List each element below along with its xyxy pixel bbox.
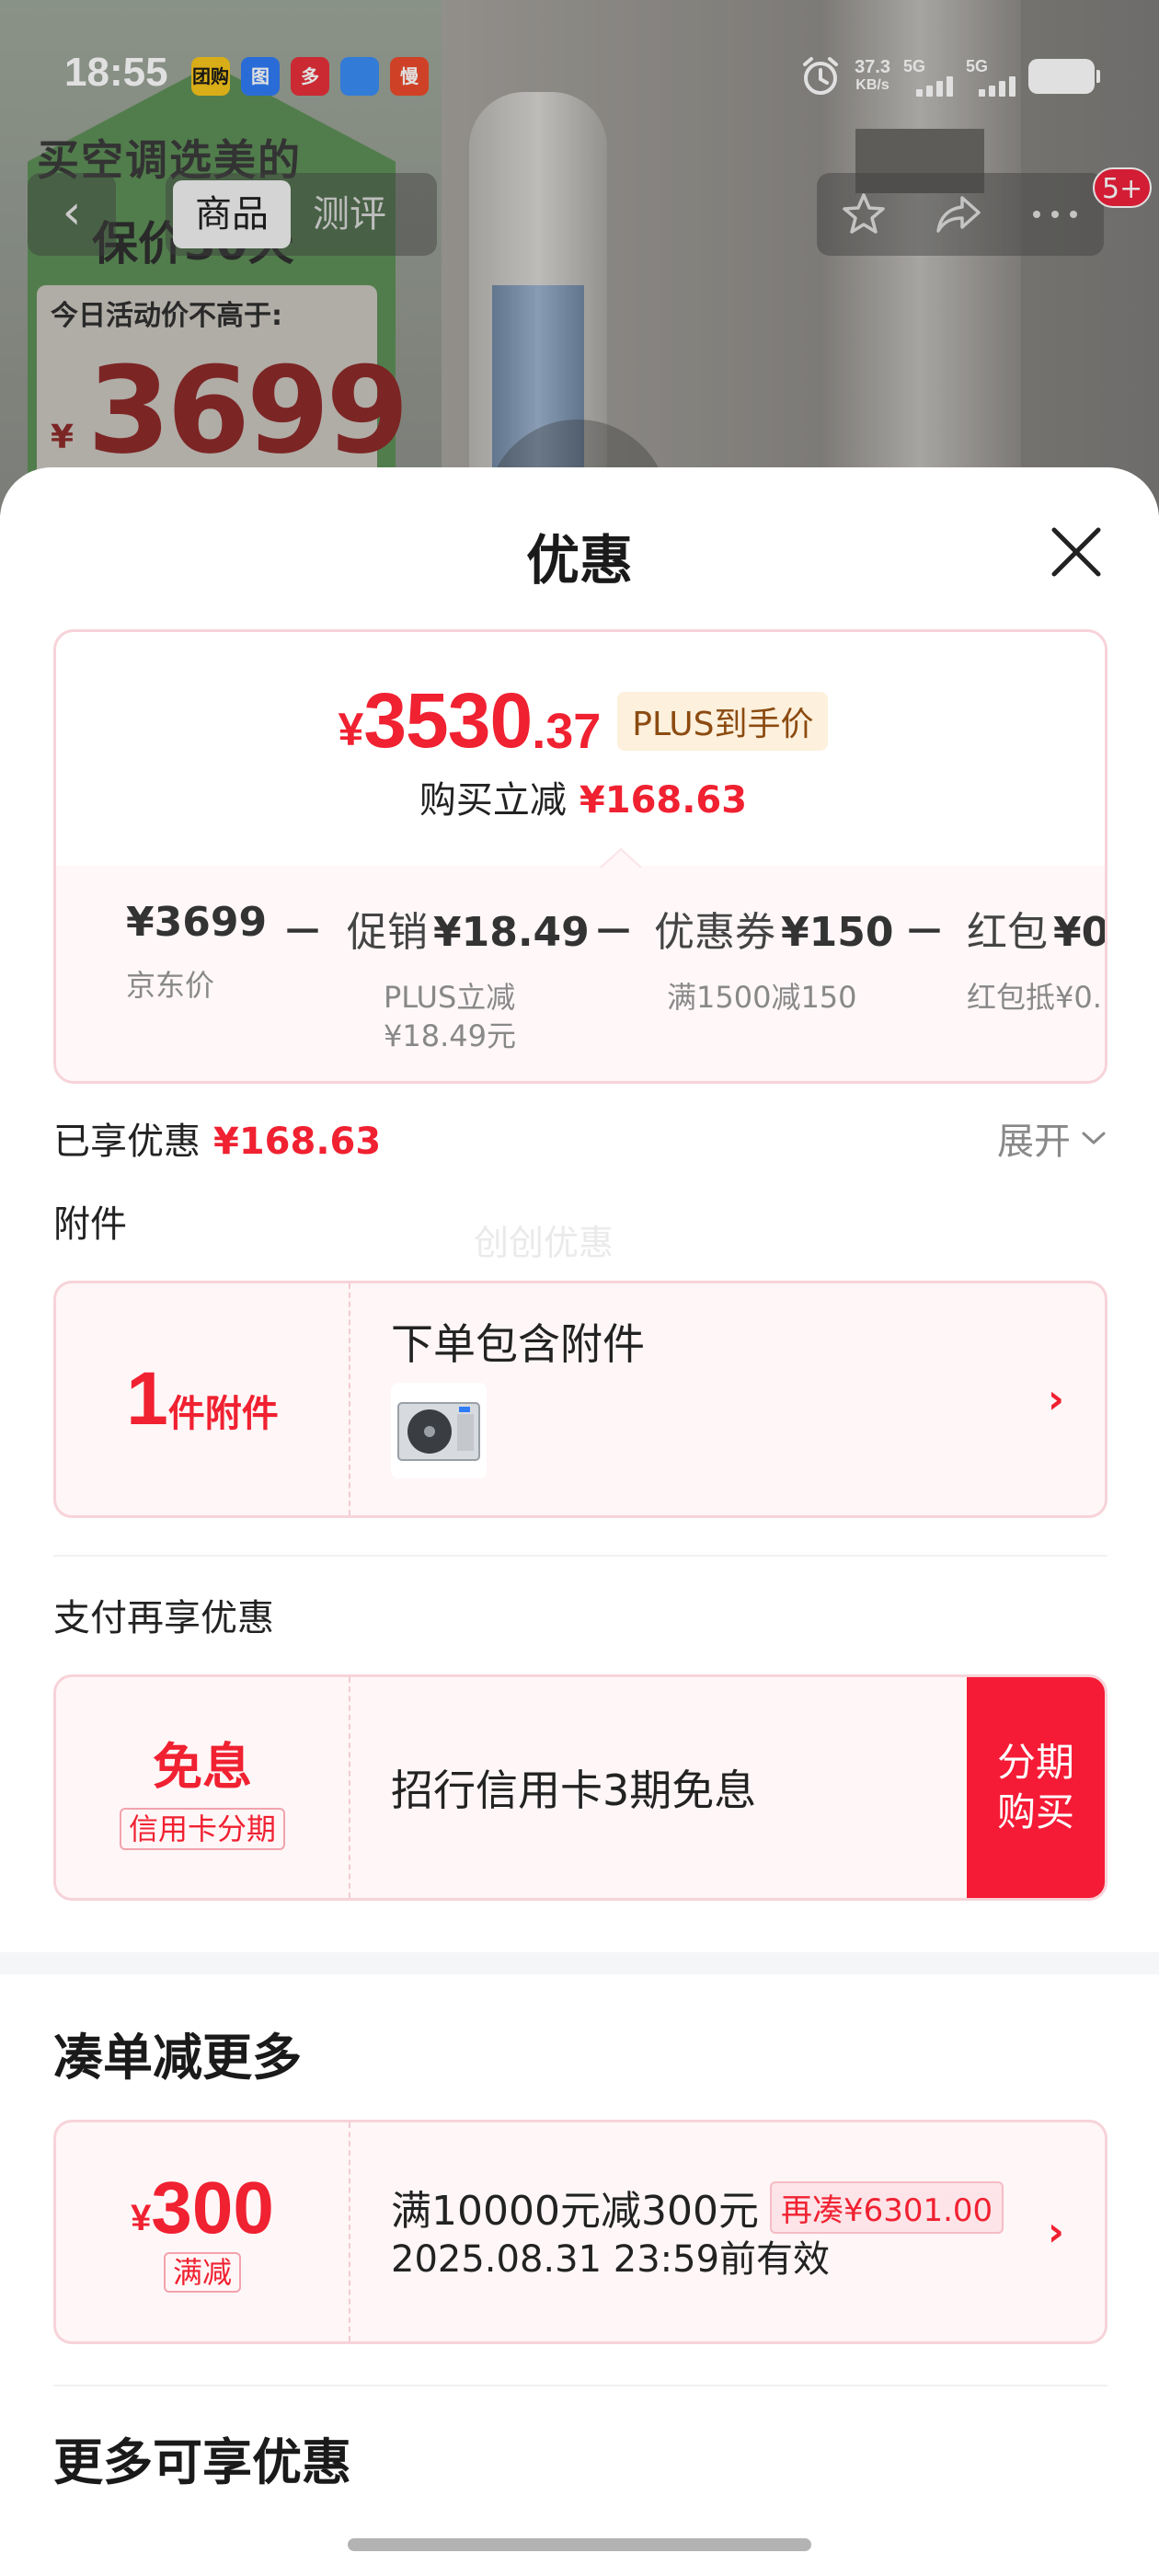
installment-buy-label: 分期 购买 [997, 1738, 1074, 1837]
home-indicator[interactable] [348, 2538, 811, 2551]
calc-red-packet: 红包¥0.14 红包抵¥0.14 [967, 899, 1107, 1017]
sheet-title: 优惠 [525, 529, 633, 592]
reduction-amount: ¥ 300 满减 [56, 2122, 350, 2341]
expand-label: 展开 [997, 1121, 1071, 1163]
calc-promotion: 促销 ¥18.49 PLUS立减 ¥18.49元 [347, 899, 590, 1055]
installment-buy-button[interactable]: 分期 购买 [967, 1677, 1105, 1898]
calc-value: 促销 ¥18.49 [347, 899, 590, 958]
more-discount-heading: 凑单减更多 [53, 2029, 302, 2087]
minus-sign: － [904, 909, 945, 956]
full-reduction-card[interactable]: ¥ 300 满减 满10000元减300元 再凑¥6301.00 2025.08… [53, 2120, 1107, 2344]
expand-button[interactable]: 展开 [997, 1111, 1107, 1165]
reduction-number: 300 [151, 2167, 274, 2248]
final-price-decimal: .37 [532, 703, 602, 759]
calc-desc: PLUS立减 ¥18.49元 [384, 978, 590, 1055]
price-calculation: ¥3699 京东价 － 促销 ¥18.49 PLUS立减 ¥18.49元 － 优惠… [73, 899, 1105, 1064]
instant-discount-label: 购买立减 [419, 779, 567, 822]
final-price: ¥ 3530 .37 PLUS到手价 [56, 676, 1105, 765]
minus-sign: － [593, 909, 634, 956]
calc-prefix: 优惠券 [654, 909, 775, 956]
calc-amount: ¥150 [781, 909, 894, 956]
accessory-count: 1 件附件 [56, 1283, 350, 1515]
calc-amount: ¥18.49 [433, 909, 590, 956]
payment-section-label: 支付再享优惠 [53, 1597, 274, 1639]
enjoyed-value: ¥168.63 [213, 1121, 382, 1163]
calc-desc: 红包抵¥0.14 [967, 980, 1105, 1015]
final-price-integer: 3530 [363, 677, 533, 764]
reduction-rule-row: 满10000元减300元 再凑¥6301.00 [391, 2178, 1004, 2237]
reduction-validity: 2025.08.31 23:59前有效 [391, 2238, 831, 2281]
accessory-count-wrap: 1 件附件 [126, 1362, 279, 1437]
accessory-count-unit: 件附件 [167, 1393, 279, 1435]
calc-prefix: 促销 [347, 909, 428, 956]
calc-prefix: 红包 [967, 909, 1048, 956]
installment-badge: 免息 信用卡分期 [56, 1677, 350, 1898]
calc-coupon: 优惠券 ¥150 满1500减150 [654, 899, 893, 1017]
minus-sign: － [282, 909, 323, 956]
outdoor-unit-thumbnail [391, 1383, 487, 1478]
plus-price-badge: PLUS到手价 [617, 691, 829, 751]
calc-value: 红包¥0.14 [967, 899, 1107, 958]
reduction-currency: ¥ [131, 2198, 152, 2238]
chevron-right-icon: › [1047, 2208, 1064, 2256]
outdoor-unit-icon [397, 1402, 480, 1461]
calc-desc-line: PLUS立减 [384, 980, 516, 1015]
price-card: ¥ 3530 .37 PLUS到手价 购买立减 ¥168.63 ¥3699 京东价… [53, 629, 1107, 1084]
button-line: 分期 [996, 1740, 1074, 1785]
reduction-rule: 满10000元减300元 [391, 2188, 759, 2235]
accessory-title: 下单包含附件 [391, 1319, 645, 1369]
accessory-count-number: 1 [126, 1357, 168, 1441]
watermark: 创创优惠 [474, 1223, 614, 1263]
more-offers-heading: 更多可享优惠 [53, 2433, 351, 2491]
instant-discount-value: ¥168.63 [579, 779, 748, 822]
reduction-amount-value: ¥ 300 [131, 2171, 274, 2245]
final-price-currency: ¥ [338, 703, 364, 755]
enjoyed-discount-row: 已享优惠 ¥168.63 展开 [53, 1111, 1107, 1167]
chevron-down-icon [1082, 1132, 1106, 1144]
enjoyed-label: 已享优惠 [53, 1121, 201, 1163]
installment-description: 招行信用卡3期免息 [391, 1765, 757, 1815]
close-icon[interactable] [1049, 524, 1104, 580]
credit-card-installment-tag: 信用卡分期 [119, 1807, 285, 1850]
calc-value: ¥3699 [126, 899, 268, 946]
accessory-card[interactable]: 1 件附件 下单包含附件 › [53, 1281, 1107, 1518]
calc-desc: 满1500减150 [667, 980, 857, 1015]
calc-amount: ¥0.14 [1053, 909, 1107, 956]
button-line: 购买 [996, 1789, 1074, 1834]
dim-overlay[interactable] [0, 0, 1159, 515]
calc-list-price: ¥3699 京东价 [126, 899, 267, 1005]
chevron-right-icon: › [1047, 1375, 1064, 1423]
instant-discount: 购买立减 ¥168.63 [56, 770, 1105, 823]
calc-desc: 京东价 [126, 968, 215, 1003]
pointer-notch [601, 847, 641, 869]
full-reduction-tag: 满减 [163, 2252, 241, 2293]
add-more-badge: 再凑¥6301.00 [769, 2180, 1004, 2234]
interest-free-label: 免息 [153, 1737, 252, 1796]
discount-sheet: 优惠 ¥ 3530 .37 PLUS到手价 购买立减 ¥168.63 ¥3699 … [0, 467, 1159, 2576]
accessory-section-label: 附件 [53, 1203, 127, 1246]
calc-value: 优惠券 ¥150 [654, 899, 893, 958]
divider [53, 2385, 1107, 2386]
section-separator [0, 1952, 1159, 1974]
installment-card[interactable]: 免息 信用卡分期 招行信用卡3期免息 分期 购买 [53, 1674, 1107, 1901]
calc-desc-line: ¥18.49元 [384, 1018, 516, 1053]
divider [53, 1555, 1107, 1557]
